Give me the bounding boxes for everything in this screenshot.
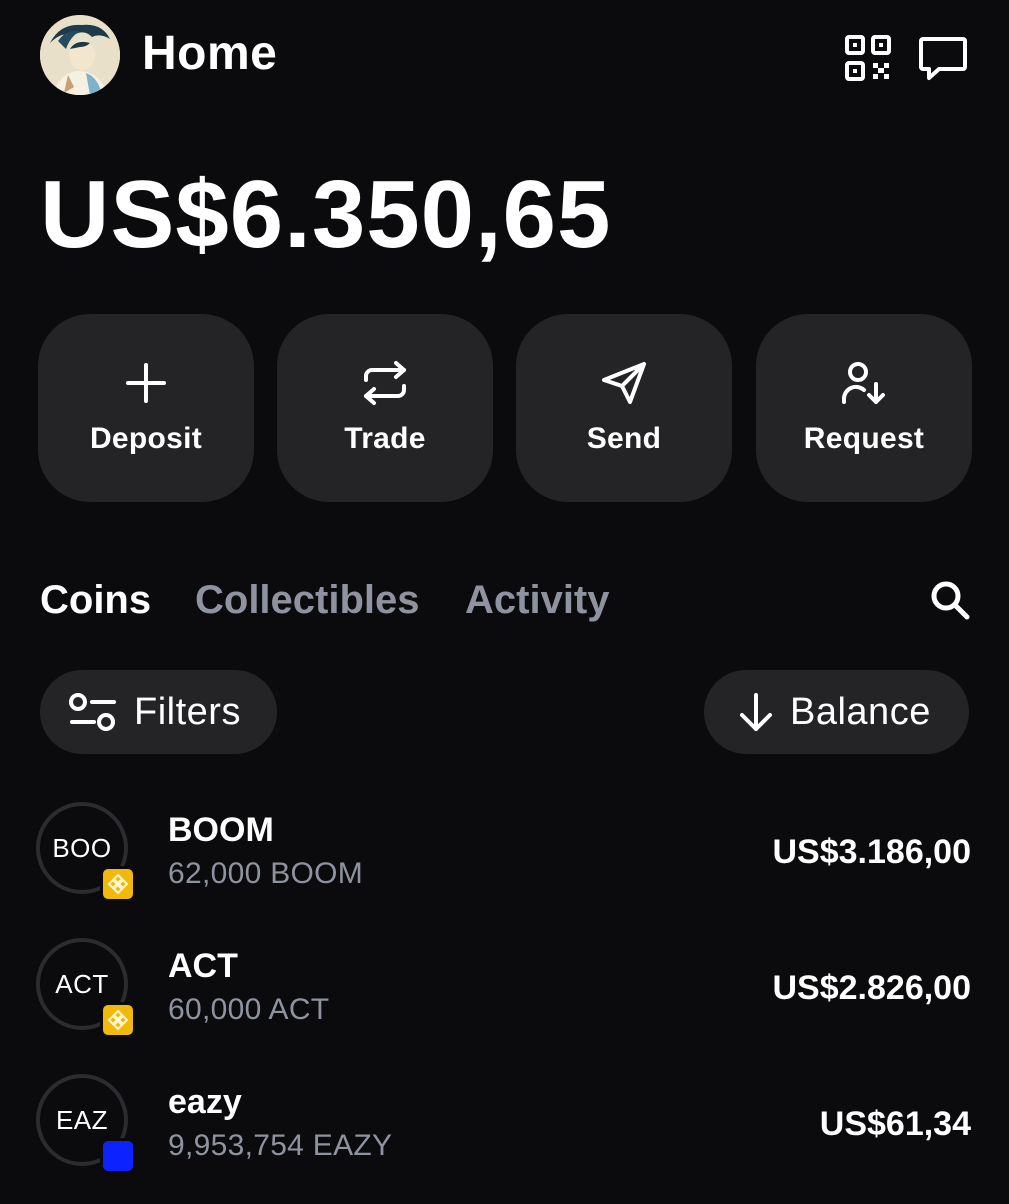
sort-label: Balance bbox=[790, 690, 931, 733]
coin-amount: 60,000 ACT bbox=[168, 993, 330, 1026]
action-buttons: Deposit Trade Send Request bbox=[38, 314, 972, 502]
avatar[interactable] bbox=[40, 15, 120, 95]
qr-code-icon bbox=[845, 35, 891, 81]
coin-row-eazy[interactable]: EAZ eazy 9,953,754 EAZY US$61,34 bbox=[0, 1074, 1009, 1204]
base-chain-icon bbox=[100, 1138, 136, 1174]
coin-amount: 62,000 BOOM bbox=[168, 857, 364, 890]
swap-icon bbox=[364, 361, 406, 405]
send-button[interactable]: Send bbox=[516, 314, 732, 502]
messages-button[interactable] bbox=[915, 30, 971, 86]
search-button[interactable] bbox=[922, 572, 978, 628]
coin-name: ACT bbox=[168, 947, 238, 985]
coin-value: US$61,34 bbox=[819, 1105, 971, 1143]
deposit-label: Deposit bbox=[89, 422, 203, 455]
filters-label: Filters bbox=[134, 690, 241, 733]
filters-icon bbox=[69, 693, 116, 731]
filters-button[interactable]: Filters bbox=[40, 670, 277, 754]
deposit-button[interactable]: Deposit bbox=[38, 314, 254, 502]
sort-balance-button[interactable]: Balance bbox=[704, 670, 969, 754]
request-label: Request bbox=[803, 422, 925, 455]
trade-button[interactable]: Trade bbox=[277, 314, 493, 502]
coin-value: US$2.826,00 bbox=[772, 969, 972, 1007]
request-user-icon bbox=[842, 362, 885, 404]
search-icon bbox=[931, 581, 970, 620]
coin-row-act[interactable]: ACT ACT 60,000 ACT US$2.826,00 bbox=[0, 938, 1009, 1068]
send-label: Send bbox=[586, 422, 662, 455]
coin-name: BOOM bbox=[168, 811, 274, 849]
coin-amount: 9,953,754 EAZY bbox=[168, 1129, 393, 1162]
chat-bubble-icon bbox=[919, 37, 967, 80]
total-balance: US$6.350,65 bbox=[40, 161, 612, 268]
plus-icon bbox=[126, 363, 166, 403]
coin-name: eazy bbox=[168, 1083, 242, 1121]
page-title: Home bbox=[142, 27, 278, 80]
header: Home bbox=[0, 0, 1009, 110]
send-icon bbox=[602, 362, 646, 404]
coin-row-boom[interactable]: BOO BOOM 62,000 BOOM US$3.186,00 bbox=[0, 802, 1009, 932]
avatar-illustration-icon bbox=[40, 15, 120, 95]
bnb-chain-icon bbox=[100, 866, 136, 902]
tab-collectibles[interactable]: Collectibles bbox=[195, 572, 420, 628]
tab-activity[interactable]: Activity bbox=[465, 572, 610, 628]
bnb-chain-icon bbox=[100, 1002, 136, 1038]
arrow-down-icon bbox=[740, 693, 772, 731]
tab-coins[interactable]: Coins bbox=[40, 572, 151, 628]
trade-label: Trade bbox=[344, 422, 426, 455]
request-button[interactable]: Request bbox=[756, 314, 972, 502]
coin-value: US$3.186,00 bbox=[772, 833, 972, 871]
qr-code-button[interactable] bbox=[840, 30, 896, 86]
